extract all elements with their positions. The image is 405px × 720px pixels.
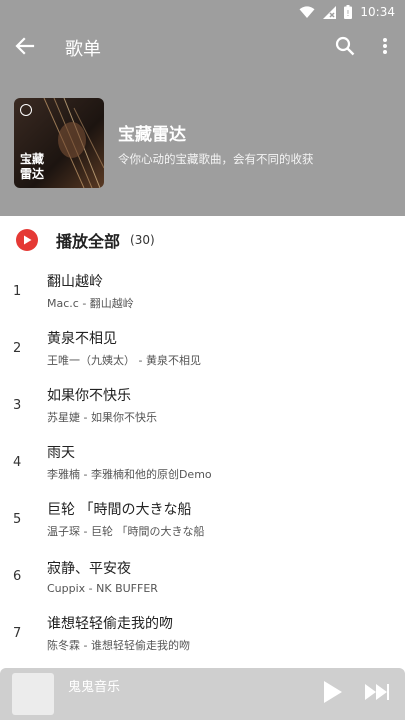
song-row[interactable]: 5 巨轮 「時間の大きな船 温子琛 - 巨轮 「時間の大きな船	[0, 491, 405, 547]
song-index: 5	[13, 511, 22, 527]
song-artist: Cuppix - NK BUFFER	[47, 581, 158, 595]
song-title: 如果你不快乐	[47, 388, 131, 404]
arrow-left-icon	[15, 36, 35, 60]
skip-next-icon	[365, 684, 389, 704]
song-list: 播放全部 (30) 1 翻山越岭 Mac.c - 翻山越岭 2 黄泉不相见 王唯…	[0, 216, 405, 720]
song-title: 雨天	[47, 445, 75, 461]
mini-player[interactable]: 鬼鬼音乐	[0, 668, 405, 720]
battery-icon: !	[344, 5, 353, 19]
song-row[interactable]: 4 雨天 李雅楠 - 李雅楠和他的原创Demo	[0, 434, 405, 490]
song-index: 1	[13, 283, 22, 299]
playlist-header: ! 10:34 歌单 宝藏雷达 宝藏雷达 令你心动的宝藏歌曲，会有不同的收获	[0, 0, 405, 216]
song-artist: 王唯一（九姨太） - 黄泉不相见	[47, 354, 201, 367]
more-options-button[interactable]	[365, 24, 405, 72]
song-artist: 李雅楠 - 李雅楠和他的原创Demo	[47, 468, 212, 481]
song-artist: 温子琛 - 巨轮 「時間の大きな船	[47, 525, 205, 538]
song-row[interactable]: 1 翻山越岭 Mac.c - 翻山越岭	[0, 263, 405, 319]
status-time: 10:34	[360, 5, 395, 19]
play-all-label: 播放全部	[56, 232, 121, 251]
play-button[interactable]	[311, 668, 355, 720]
svg-text:!: !	[347, 9, 350, 18]
cover-title: 宝藏雷达	[20, 152, 45, 181]
song-artist: 苏星婕 - 如果你不快乐	[47, 411, 157, 424]
song-title: 黄泉不相见	[47, 331, 117, 347]
playlist-description: 令你心动的宝藏歌曲，会有不同的收获	[118, 151, 314, 166]
playlist-info: 宝藏雷达 宝藏雷达 令你心动的宝藏歌曲，会有不同的收获	[14, 98, 314, 188]
song-title: 翻山越岭	[47, 274, 103, 290]
play-icon	[323, 681, 343, 707]
song-row[interactable]: 7 谁想轻轻偷走我的吻 陈冬霖 - 谁想轻轻偷走我的吻	[0, 605, 405, 661]
song-artist: 陈冬霖 - 谁想轻轻偷走我的吻	[47, 639, 190, 652]
song-count: (30)	[130, 233, 155, 247]
song-index: 6	[13, 568, 22, 584]
netease-logo-icon	[20, 104, 32, 116]
signal-icon	[323, 5, 337, 19]
song-index: 3	[13, 397, 22, 413]
song-index: 4	[13, 454, 22, 470]
search-icon	[335, 36, 355, 60]
search-button[interactable]	[325, 24, 365, 72]
back-button[interactable]	[1, 24, 49, 72]
page-title: 歌单	[65, 39, 101, 60]
song-row[interactable]: 3 如果你不快乐 苏星婕 - 如果你不快乐	[0, 377, 405, 433]
playlist-title: 宝藏雷达	[118, 124, 186, 145]
playlist-cover[interactable]: 宝藏雷达	[14, 98, 104, 188]
app-bar: 歌单	[0, 24, 405, 72]
play-all-button[interactable]: 播放全部 (30)	[0, 216, 405, 264]
next-button[interactable]	[355, 668, 399, 720]
song-title: 巨轮 「時間の大きな船	[47, 502, 192, 518]
wifi-icon	[299, 6, 315, 18]
song-title: 谁想轻轻偷走我的吻	[47, 616, 173, 632]
song-row[interactable]: 2 黄泉不相见 王唯一（九姨太） - 黄泉不相见	[0, 320, 405, 376]
song-index: 2	[13, 340, 22, 356]
song-index: 7	[13, 625, 22, 641]
mini-player-artwork[interactable]	[12, 673, 54, 715]
song-row[interactable]: 6 寂静、平安夜 Cuppix - NK BUFFER	[0, 548, 405, 604]
play-circle-icon	[16, 229, 38, 251]
mini-player-title: 鬼鬼音乐	[68, 680, 121, 695]
song-artist: Mac.c - 翻山越岭	[47, 297, 134, 310]
more-vertical-icon	[382, 37, 388, 59]
song-title: 寂静、平安夜	[47, 560, 131, 577]
status-bar: ! 10:34	[0, 0, 405, 24]
